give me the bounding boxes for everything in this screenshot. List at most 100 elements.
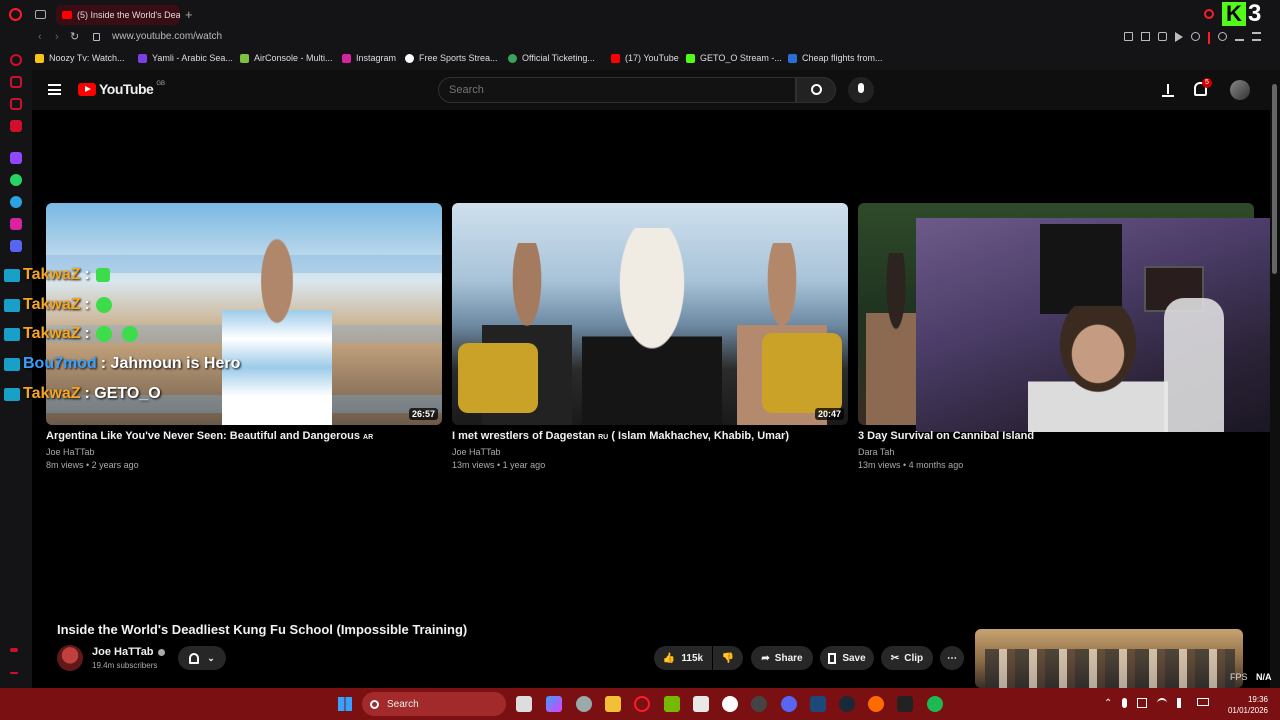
clock-date: 01/01/2026 bbox=[1227, 706, 1268, 715]
bookmark-item[interactable]: Free Sports Strea... bbox=[405, 53, 498, 63]
taskbar-search[interactable]: Search bbox=[362, 692, 506, 716]
spotify-icon[interactable] bbox=[927, 696, 943, 712]
start-windows-icon[interactable] bbox=[338, 697, 352, 711]
video-title[interactable]: I met wrestlers of Dagestan RU ( Islam M… bbox=[452, 430, 789, 442]
app-icon[interactable] bbox=[751, 696, 767, 712]
play-icon[interactable] bbox=[1175, 32, 1183, 42]
microphone-icon[interactable] bbox=[1122, 698, 1128, 708]
instagram-icon[interactable] bbox=[10, 218, 22, 230]
aria-icon[interactable] bbox=[10, 54, 22, 66]
voice-search-button[interactable] bbox=[848, 77, 874, 103]
channel-name[interactable]: Joe HaTTab bbox=[92, 646, 165, 658]
app-icon[interactable] bbox=[722, 696, 738, 712]
battery-icon[interactable] bbox=[1197, 698, 1210, 706]
video-title[interactable]: 3 Day Survival on Cannibal Island bbox=[858, 430, 1034, 442]
bookmark-item[interactable]: AirConsole - Multi... bbox=[240, 53, 333, 63]
related-video-thumbnail[interactable] bbox=[975, 629, 1243, 688]
bookmark-item[interactable]: Cheap flights from... bbox=[788, 53, 883, 63]
save-button[interactable]: Save bbox=[820, 646, 874, 670]
menu-icon[interactable] bbox=[1252, 32, 1261, 41]
clip-button[interactable]: ✂ Clip bbox=[881, 646, 933, 670]
back-icon[interactable]: ‹ bbox=[38, 31, 42, 43]
tray-app-icon[interactable] bbox=[1137, 698, 1148, 708]
steam-icon[interactable] bbox=[839, 696, 855, 712]
bookmark-item[interactable]: (17) YouTube bbox=[611, 53, 679, 63]
search-button[interactable] bbox=[796, 77, 836, 103]
opera-logo-icon[interactable] bbox=[9, 8, 22, 21]
like-button[interactable]: 👍 115k bbox=[654, 646, 712, 670]
settings-icon[interactable] bbox=[576, 696, 592, 712]
telegram-icon[interactable] bbox=[10, 196, 22, 208]
opera-icon[interactable] bbox=[634, 696, 650, 712]
player-icon[interactable] bbox=[10, 120, 22, 132]
forward-icon[interactable]: › bbox=[55, 31, 59, 43]
search-input[interactable] bbox=[439, 78, 779, 102]
chevron-up-icon[interactable]: ⌃ bbox=[1104, 698, 1112, 709]
chat-message: Bou7mod: Jahmoun is Hero bbox=[0, 355, 240, 373]
bookmark-label: Noozy Tv: Watch... bbox=[49, 53, 125, 63]
app-icon[interactable] bbox=[810, 696, 826, 712]
file-explorer-icon[interactable] bbox=[605, 696, 621, 712]
kick-icon bbox=[686, 53, 695, 63]
scrollbar-thumb[interactable] bbox=[1272, 84, 1277, 274]
youtube-logo[interactable]: YouTube GB bbox=[78, 81, 165, 97]
bookmark-item[interactable]: Yamli - Arabic Sea... bbox=[138, 53, 233, 63]
clock[interactable]: 19:36 01/01/2026 bbox=[1222, 694, 1268, 716]
bookmark-item[interactable]: Noozy Tv: Watch... bbox=[35, 53, 125, 63]
twitch-icon[interactable] bbox=[10, 152, 22, 164]
more-actions-button[interactable]: ⋯ bbox=[940, 646, 964, 670]
new-tab-button[interactable]: + bbox=[185, 7, 193, 22]
pin-icon[interactable] bbox=[1124, 32, 1133, 41]
video-channel[interactable]: Dara Tah bbox=[858, 447, 894, 457]
discord-icon[interactable] bbox=[781, 696, 797, 712]
video-meta: 13m views • 4 months ago bbox=[858, 460, 964, 470]
store-icon[interactable] bbox=[693, 696, 709, 712]
subscribe-bell-button[interactable]: ⌄ bbox=[178, 646, 226, 670]
video-channel[interactable]: Joe HaTTab bbox=[452, 447, 501, 457]
crypto-wallet-icon[interactable] bbox=[10, 76, 22, 88]
heart-icon[interactable] bbox=[1191, 32, 1200, 41]
nvidia-icon[interactable] bbox=[664, 696, 680, 712]
browser-tab-active[interactable]: (5) Inside the World's Deadl bbox=[56, 5, 180, 25]
discord-icon[interactable] bbox=[10, 240, 22, 252]
chat-message: TakwaZ: bbox=[0, 325, 138, 343]
avatar[interactable] bbox=[1230, 80, 1250, 100]
more-icon[interactable] bbox=[10, 648, 18, 652]
video-meta: 13m views • 1 year ago bbox=[452, 460, 546, 470]
app-icon[interactable] bbox=[868, 696, 884, 712]
snapshot-icon[interactable] bbox=[1141, 32, 1150, 41]
channel-avatar[interactable] bbox=[57, 645, 83, 671]
settings-dots-icon[interactable] bbox=[10, 672, 18, 674]
bookmark-item[interactable]: Instagram bbox=[342, 53, 396, 63]
share-button[interactable]: ➦ Share bbox=[751, 646, 813, 670]
hamburger-menu-icon[interactable] bbox=[48, 84, 61, 95]
video-thumbnail[interactable]: 20:47 bbox=[452, 203, 848, 425]
video-channel[interactable]: Joe HaTTab bbox=[46, 447, 95, 457]
bookmark-item[interactable]: Official Ticketing... bbox=[508, 53, 595, 63]
chat-username: Bou7mod bbox=[23, 355, 97, 372]
tab-menu-icon[interactable] bbox=[35, 10, 46, 19]
url-text[interactable]: www.youtube.com/watch bbox=[112, 31, 222, 42]
epic-games-icon[interactable] bbox=[897, 696, 913, 712]
emote-icon bbox=[95, 268, 110, 282]
page-scrollbar[interactable] bbox=[1270, 70, 1280, 688]
task-view-icon[interactable] bbox=[516, 696, 532, 712]
profile-icon[interactable] bbox=[1218, 32, 1227, 41]
download-icon[interactable] bbox=[1235, 32, 1244, 41]
video-title[interactable]: Argentina Like You've Never Seen: Beauti… bbox=[46, 430, 373, 442]
messenger-icon[interactable] bbox=[10, 98, 22, 110]
bookmark-label: (17) YouTube bbox=[625, 53, 679, 63]
search-tabs-icon[interactable] bbox=[1204, 9, 1214, 19]
search-box[interactable] bbox=[438, 77, 796, 103]
copilot-icon[interactable] bbox=[546, 696, 562, 712]
reload-icon[interactable]: ↻ bbox=[70, 30, 79, 43]
volume-icon[interactable] bbox=[1177, 698, 1187, 708]
bookmark-item[interactable]: GETO_O Stream -... bbox=[686, 53, 782, 63]
upload-icon[interactable] bbox=[1162, 82, 1174, 97]
whatsapp-icon[interactable] bbox=[10, 174, 22, 186]
shield-icon[interactable] bbox=[1158, 32, 1167, 41]
bookmark-label: GETO_O Stream -... bbox=[700, 53, 782, 63]
search-icon bbox=[370, 699, 379, 709]
dislike-button[interactable]: 👎 bbox=[713, 646, 743, 670]
wifi-icon[interactable] bbox=[1157, 698, 1168, 708]
